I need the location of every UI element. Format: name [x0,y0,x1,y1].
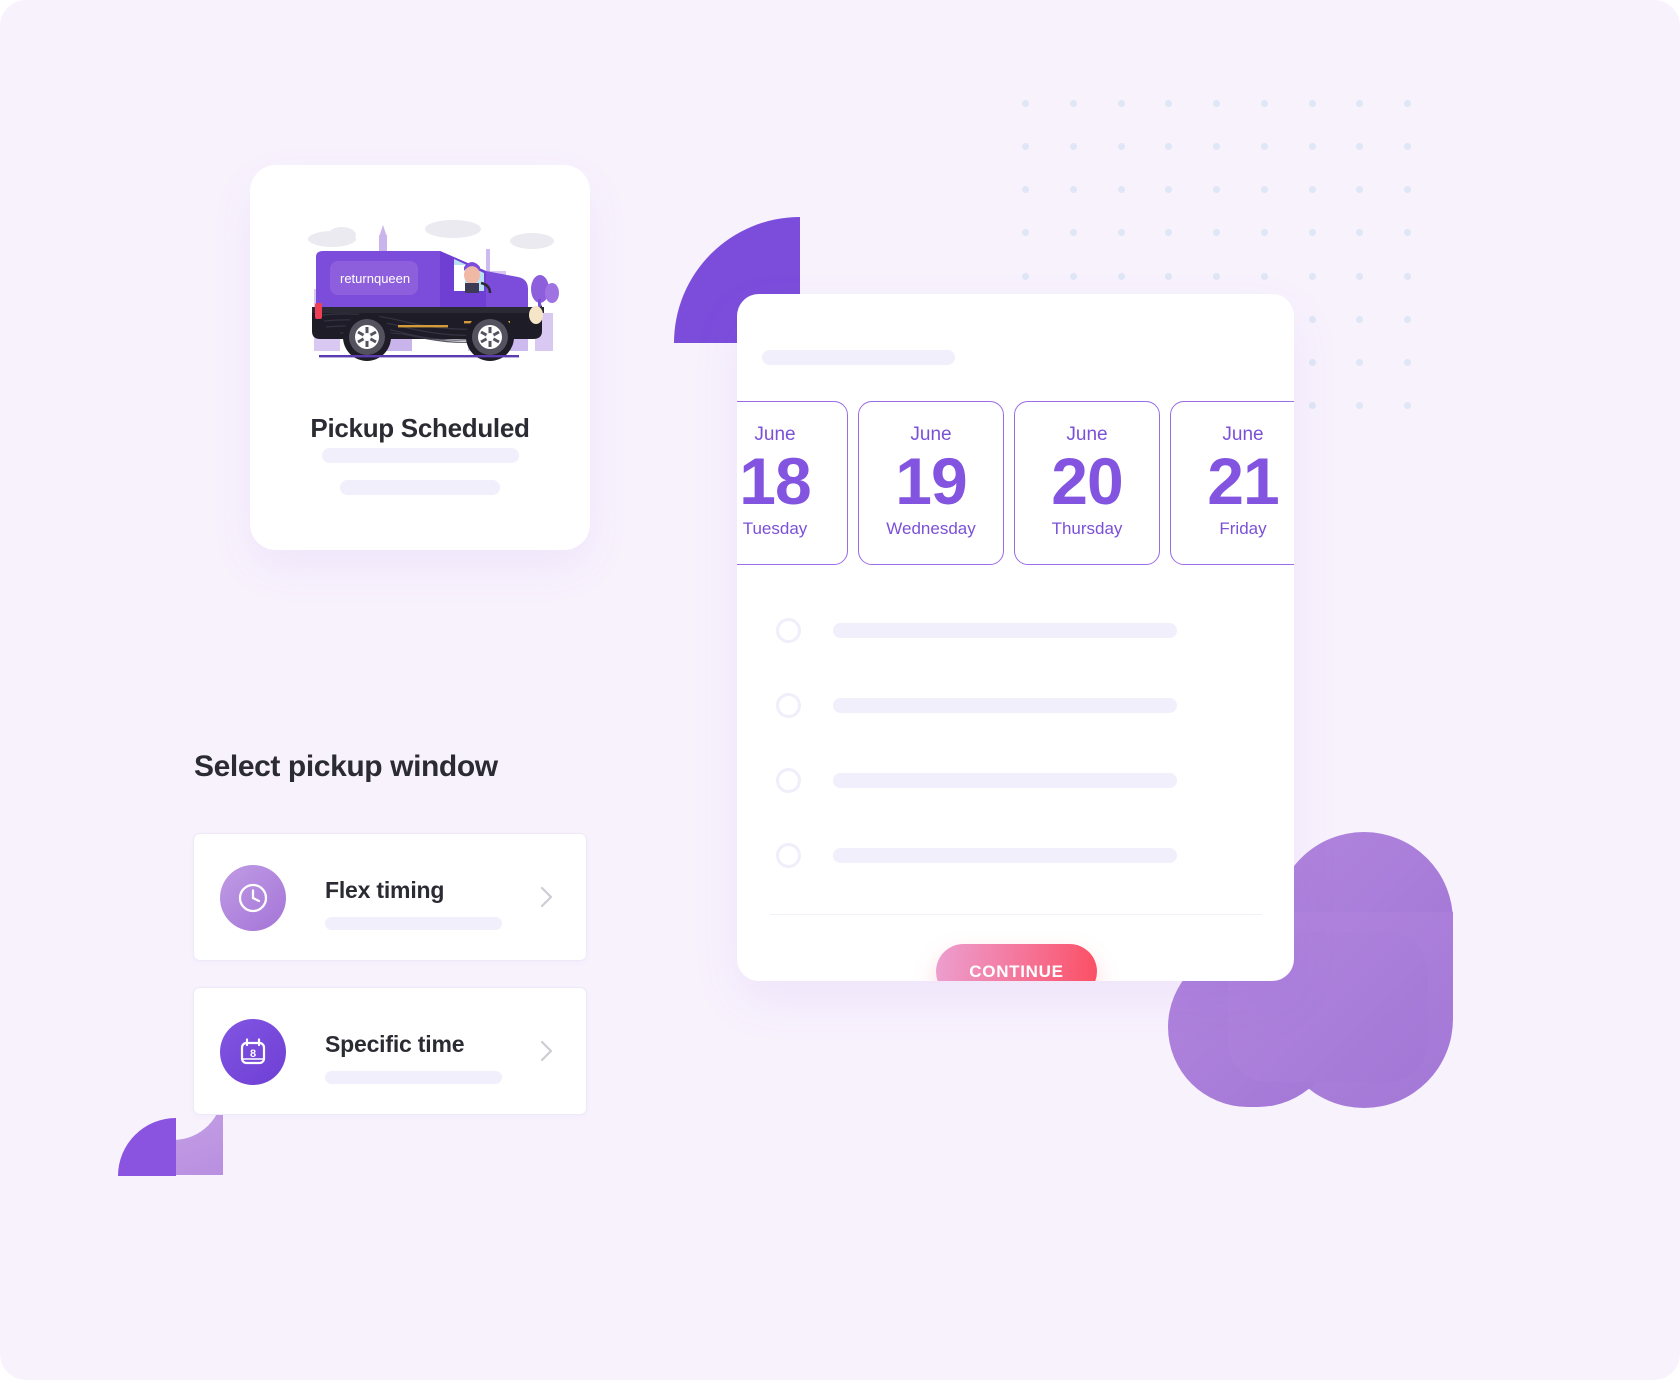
date-day-number: 21 [1207,444,1279,518]
time-slot-row[interactable] [776,606,1256,681]
pickup-status-card: returnqueen Pickup Scheduled [250,165,590,550]
time-slot-row[interactable] [776,756,1256,831]
date-weekday: Thursday [1051,519,1123,539]
skeleton-line [325,917,502,930]
skeleton-line [833,848,1177,863]
date-card-19[interactable]: June 19 Wednesday [858,401,1004,565]
date-day-number: 18 [739,444,811,518]
skeleton-line [340,480,500,495]
continue-button[interactable]: CONTINUE [936,944,1097,981]
illustration-canvas: returnqueen Pickup Scheduled Select pick… [0,0,1680,1380]
date-card-21[interactable]: June 21 Friday [1170,401,1294,565]
skeleton-line [833,623,1177,638]
date-weekday: Friday [1219,519,1267,539]
chevron-right-icon[interactable] [540,886,553,908]
time-slot-list [776,606,1256,906]
date-card-20[interactable]: June 20 Thursday [1014,401,1160,565]
clock-icon [220,865,286,931]
option-label: Specific time [325,1031,465,1057]
divider [770,914,1262,915]
skeleton-line [833,773,1177,788]
date-month: June [1222,424,1264,445]
calendar-day-number: 8 [250,1048,256,1060]
chevron-right-icon[interactable] [540,1040,553,1062]
date-weekday: Tuesday [742,519,808,539]
skeleton-line [322,448,519,463]
scheduler-panel: June 18 Tuesday June 19 Wednesday June 20 Thursd… [737,294,1294,981]
date-month: June [910,424,952,445]
date-card-18[interactable]: June 18 Tuesday [737,401,848,565]
time-slot-row[interactable] [776,831,1256,906]
section-heading: Select pickup window [194,750,498,783]
skeleton-line [833,698,1177,713]
option-card-flex-timing[interactable]: Flex timing [193,833,587,961]
date-month: June [754,424,796,445]
van-brand-text: returnqueen [340,271,410,286]
calendar-icon: 8 [220,1019,286,1085]
option-label: Flex timing [325,877,445,903]
radio-button[interactable] [776,618,801,643]
date-day-number: 20 [1051,444,1123,518]
date-picker-row: June 18 Tuesday June 19 Wednesday June 20 Thursd… [737,401,1294,565]
corner-shape-dark-decoration [118,1118,176,1176]
date-weekday: Wednesday [886,519,976,539]
date-month: June [1066,424,1108,445]
date-day-number: 19 [895,444,967,518]
radio-button[interactable] [776,843,801,868]
skeleton-line [325,1071,502,1084]
page-title: Pickup Scheduled [310,413,530,443]
radio-button[interactable] [776,693,801,718]
time-slot-row[interactable] [776,681,1256,756]
skeleton-line [762,350,955,365]
radio-button[interactable] [776,768,801,793]
option-card-specific-time[interactable]: 8 Specific time [193,987,587,1115]
delivery-van-illustration: returnqueen [308,220,559,361]
